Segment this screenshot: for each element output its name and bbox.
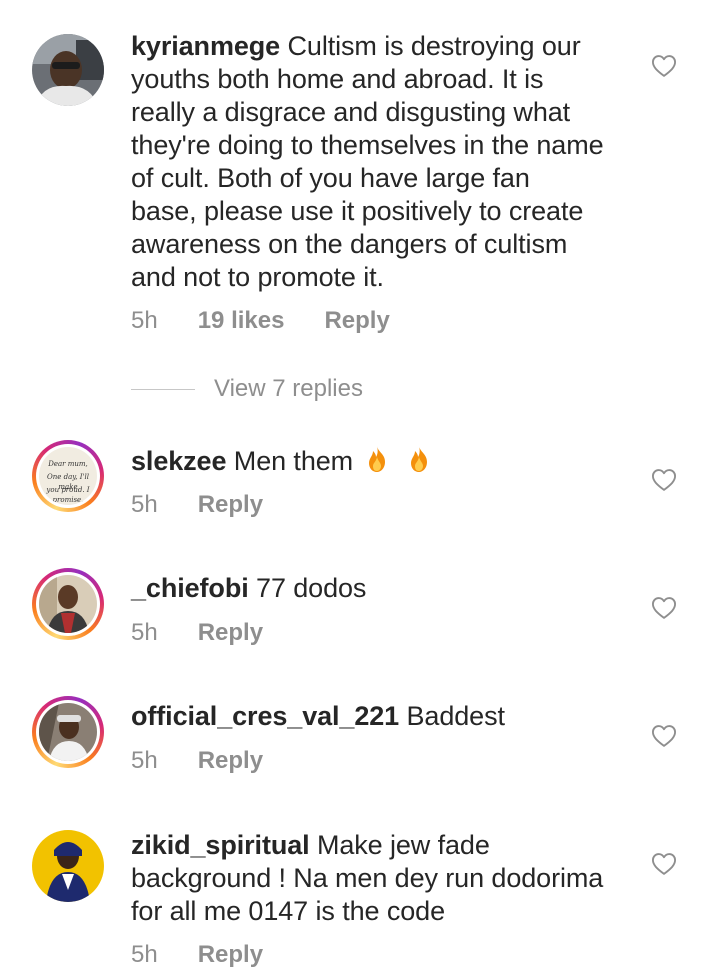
comment-username[interactable]: slekzee: [131, 446, 226, 476]
avatar[interactable]: [32, 696, 104, 768]
avatar-image: Dear mum, One day, I'll make you proud. …: [39, 447, 97, 505]
view-replies-label: View 7 replies: [214, 375, 363, 402]
avatar-ring-gap: [36, 572, 100, 636]
comment-time: 5h: [131, 491, 158, 518]
comment-body: kyrianmege Cultism is destroying our you…: [131, 30, 631, 294]
comment-body: zikid_spiritual Make jew fade background…: [131, 829, 631, 928]
avatar-photo: [32, 830, 104, 902]
comment-time: 5h: [131, 941, 158, 968]
comment-meta: 5h Reply: [131, 619, 263, 647]
heart-icon[interactable]: [650, 850, 678, 878]
comment-meta: 5h Reply: [131, 491, 263, 519]
fire-emoji-icon: [410, 446, 427, 472]
comment-time: 5h: [131, 747, 158, 774]
comment-text-line: youths both home and abroad. It is: [131, 64, 544, 94]
comment-text-line: really a disgrace and disgusting what: [131, 97, 571, 127]
comment-text-line: for all me 0147 is the code: [131, 896, 445, 926]
likes-count[interactable]: 19 likes: [198, 307, 285, 335]
comment-body: official_cres_val_221 Baddest: [131, 700, 631, 733]
comment-time: 5h: [131, 307, 158, 334]
avatar-image: [32, 830, 104, 902]
avatar[interactable]: [32, 34, 104, 106]
avatar-ring-gap: Dear mum, One day, I'll make you proud. …: [36, 444, 100, 508]
heart-icon[interactable]: [650, 52, 678, 80]
avatar-ring-gap: [36, 700, 100, 764]
comment-text-line: of cult. Both of you have large fan: [131, 163, 530, 193]
comment-time: 5h: [131, 619, 158, 646]
comment-text-line: they're doing to themselves in the name: [131, 130, 604, 160]
comment-meta: 5h 19 likes Reply: [131, 307, 390, 335]
avatar-image: [39, 575, 97, 633]
avatar[interactable]: [32, 830, 104, 902]
comment-text: 77 dodos: [256, 573, 367, 603]
comment-meta: 5h Reply: [131, 941, 263, 969]
view-replies-line: [131, 388, 195, 390]
avatar-photo: [32, 34, 104, 106]
avatar-image: [32, 34, 104, 106]
avatar-image: [39, 703, 97, 761]
comment-text-line: Cultism is destroying our: [287, 31, 581, 61]
reply-button[interactable]: Reply: [198, 619, 263, 647]
comment-username[interactable]: kyrianmege: [131, 31, 280, 61]
comment-text-line: background ! Na men dey run dodorima: [131, 863, 604, 893]
avatar[interactable]: [32, 568, 104, 640]
comment-username[interactable]: zikid_spiritual: [131, 830, 310, 860]
comment-body: _chiefobi 77 dodos: [131, 572, 631, 605]
avatar-note-line: you proud. I promise.: [46, 486, 90, 504]
comment-text: Baddest: [406, 701, 505, 731]
reply-button[interactable]: Reply: [198, 941, 263, 969]
heart-icon[interactable]: [650, 594, 678, 622]
reply-button[interactable]: Reply: [198, 747, 263, 775]
reply-button[interactable]: Reply: [324, 307, 389, 335]
comment-text: Men them: [233, 446, 354, 476]
comment-username[interactable]: official_cres_val_221: [131, 701, 399, 731]
comment-meta: 5h Reply: [131, 747, 263, 775]
comment-text-line: awareness on the dangers of cultism: [131, 229, 568, 259]
avatar-photo: [39, 575, 97, 633]
view-replies-button[interactable]: View 7 replies: [131, 375, 363, 403]
fire-emoji-icon: [369, 446, 386, 472]
comment-username[interactable]: _chiefobi: [131, 573, 249, 603]
comment-text-line: and not to promote it.: [131, 262, 384, 292]
reply-button[interactable]: Reply: [198, 491, 263, 519]
heart-icon[interactable]: [650, 722, 678, 750]
comment-text-line: base, please use it positively to create: [131, 196, 584, 226]
comment-body: slekzee Men them: [131, 445, 631, 478]
avatar-photo: [39, 703, 97, 761]
comment-text-line: Make jew fade: [316, 830, 490, 860]
heart-icon[interactable]: [650, 466, 678, 494]
avatar-note-line: Dear mum,: [48, 460, 88, 468]
avatar[interactable]: Dear mum, One day, I'll make you proud. …: [32, 440, 104, 512]
